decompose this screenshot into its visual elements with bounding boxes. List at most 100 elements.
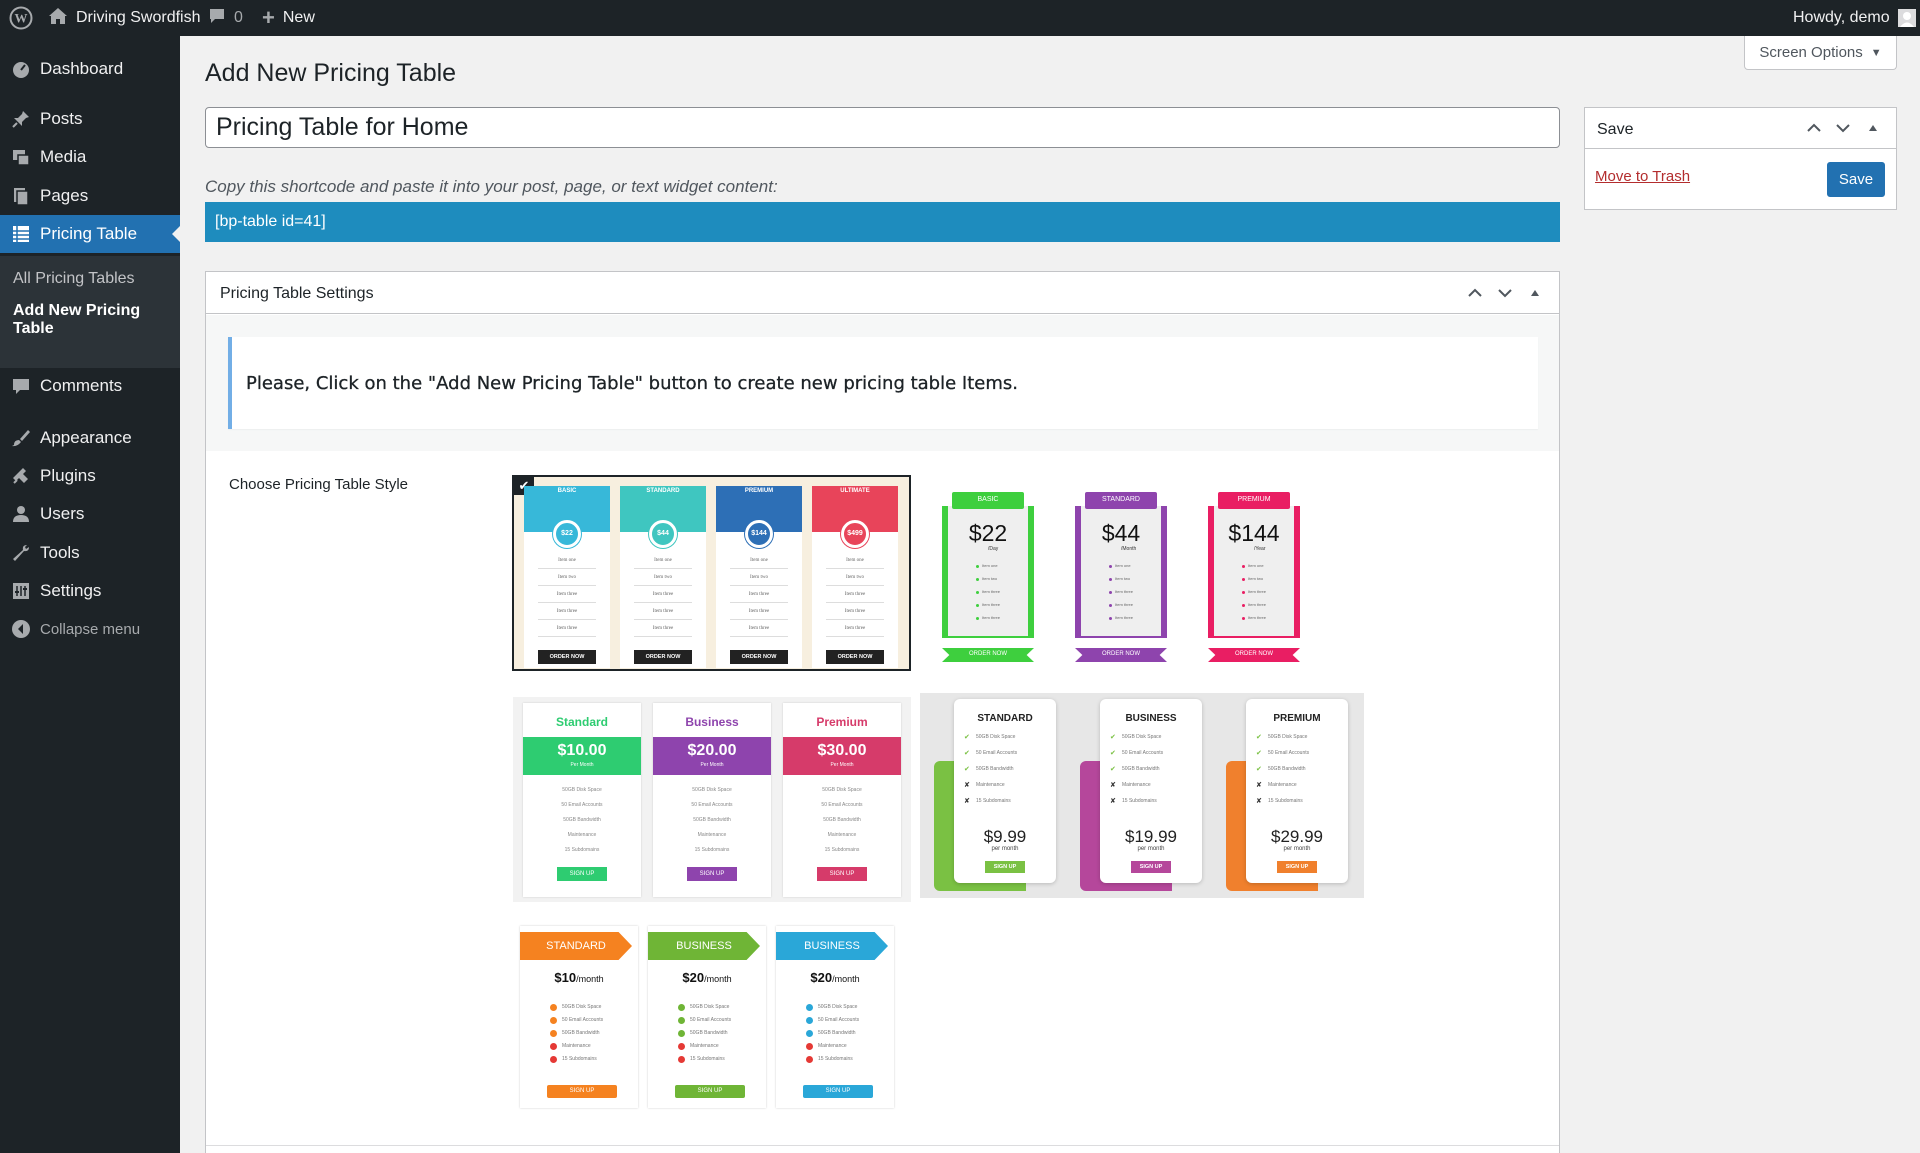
plan-feature: Item two (750, 575, 768, 580)
shortcode-text[interactable]: [bp-table id=41] (215, 213, 326, 231)
home-icon (48, 7, 68, 30)
check-bullet-icon (550, 1004, 557, 1011)
plan-feature: Item one (1115, 563, 1131, 568)
plan-feature: Item three (652, 626, 674, 631)
toggle-panel-button[interactable] (1523, 274, 1547, 312)
style-option-5[interactable]: STANDARD $10/month 50GB Disk Space 50 Email… (513, 922, 911, 1110)
plan-feature: 15 Subdomains (690, 1056, 725, 1062)
title-input[interactable] (205, 107, 1560, 148)
collapse-icon (10, 618, 32, 640)
plan-price-circle: $22 (553, 520, 581, 548)
plan-feature: 50GB Disk Space (690, 1004, 730, 1010)
menu-appearance[interactable]: Appearance (0, 419, 180, 457)
save-button[interactable]: Save (1827, 162, 1885, 197)
menu-dashboard[interactable]: Dashboard (0, 50, 180, 88)
plan-feature: 15 Subdomains (976, 798, 1011, 804)
my-account-link[interactable]: Howdy, demo (1793, 0, 1916, 36)
menu-media[interactable]: Media (0, 138, 180, 176)
style4-plan-card: BUSINESS ✔ 50GB Disk Space ✔ 50 Email Accoun… (1080, 699, 1206, 895)
plan-feature: 50GB Disk Space (692, 787, 732, 793)
toggle-panel-button[interactable] (1861, 109, 1885, 147)
style5-plan-card: BUSINESS $20/month 50GB Disk Space 50 Email… (648, 926, 766, 1108)
comment-icon (10, 375, 32, 397)
cross-bullet-icon (678, 1043, 685, 1050)
cross-icon: ✘ (1256, 782, 1262, 789)
plan-price: $19.99 (1125, 827, 1177, 846)
menu-users[interactable]: Users (0, 495, 180, 533)
plan-feature: 50GB Bandwidth (976, 766, 1014, 772)
plan-feature: 15 Subdomains (824, 847, 860, 853)
plan-feature: 15 Subdomains (1122, 798, 1157, 804)
menu-pricing-table[interactable]: Pricing Table (0, 215, 180, 253)
settings-box-title: Pricing Table Settings (220, 285, 374, 302)
menu-posts[interactable]: Posts (0, 100, 180, 138)
plan-feature: 50 Email Accounts (821, 802, 863, 808)
menu-tools[interactable]: Tools (0, 534, 180, 572)
menu-comments[interactable]: Comments (0, 367, 180, 405)
feature-divider (730, 568, 788, 569)
feature-divider (826, 585, 884, 586)
feature-bullet (1109, 565, 1112, 568)
plan-feature: Item one (982, 563, 998, 568)
cross-icon: ✘ (964, 798, 970, 805)
plan-price: $29.99 (1271, 827, 1323, 846)
plan-name: Standard (555, 715, 608, 729)
comments-link[interactable]: 0 (208, 0, 243, 36)
style2-plan-card: BASIC $22/Day Item one Item two Item three It… (942, 492, 1034, 666)
feature-divider (826, 619, 884, 620)
plan-feature: Item one (654, 558, 672, 563)
plan-order-button: ORDER NOW (1102, 651, 1140, 657)
feature-divider (538, 568, 596, 569)
plan-feature: 50 Email Accounts (1268, 750, 1310, 756)
style-option-1[interactable]: ✔ BASIC$22Item oneItem twoItem threeItem… (512, 475, 911, 671)
plan-feature: Maintenance (1122, 782, 1151, 788)
plan-feature: 50 Email Accounts (976, 750, 1018, 756)
plan-feature: 15 Subdomains (1268, 798, 1303, 804)
plan-feature: Item three (844, 592, 866, 597)
check-icon: ✔ (1256, 734, 1262, 741)
plan-price-circle: $499 (841, 520, 869, 548)
plan-name: BASIC (557, 488, 577, 494)
plan-feature: Item three (844, 609, 866, 614)
plan-name: PREMIUM (1237, 496, 1271, 503)
plan-price: $44 (657, 530, 669, 537)
style-option-4[interactable]: STANDARD ✔ 50GB Disk Space ✔ 50 Email Accoun… (920, 693, 1364, 898)
plan-feature: 50GB Disk Space (562, 1004, 602, 1010)
check-bullet-icon (806, 1004, 813, 1011)
plan-signup-button: SIGN UP (687, 867, 737, 881)
plan-price: $44 (1101, 520, 1141, 546)
new-content-link[interactable]: + New (262, 0, 315, 36)
style-option-2[interactable]: BASIC $22/Day Item one Item two Item three It… (922, 492, 1332, 666)
feature-bullet (1109, 604, 1112, 607)
site-name-link[interactable]: Driving Swordfish (48, 0, 200, 36)
plan-feature: Item three (982, 602, 1001, 607)
plan-feature: 50GB Bandwidth (1122, 766, 1160, 772)
menu-collapse[interactable]: Collapse menu (0, 610, 180, 648)
menu-settings[interactable]: Settings (0, 572, 180, 610)
screen-options-button[interactable]: Screen Options ▼ (1744, 36, 1897, 70)
submenu-add-new-pricing-table[interactable]: Add New Pricing Table (13, 302, 180, 338)
menu-pages[interactable]: Pages (0, 177, 180, 215)
move-up-button[interactable] (1802, 109, 1826, 147)
plan-feature: 50GB Disk Space (562, 787, 602, 793)
wordpress-logo-icon[interactable]: W (8, 0, 34, 36)
feature-divider (634, 568, 692, 569)
plan-feature: 15 Subdomains (818, 1056, 853, 1062)
shortcode-bar[interactable]: [bp-table id=41] (205, 202, 1560, 242)
plan-price: $22 (968, 520, 1008, 546)
plan-name: Premium (816, 715, 868, 729)
plan-feature: 50 Email Accounts (1122, 750, 1164, 756)
plan-feature: Maintenance (818, 1043, 847, 1049)
move-to-trash-link[interactable]: Move to Trash (1595, 168, 1690, 185)
save-box-header: Save (1585, 108, 1896, 149)
move-down-button[interactable] (1831, 109, 1855, 147)
plan-signup-button: SIGN UP (1131, 861, 1171, 873)
menu-plugins[interactable]: Plugins (0, 457, 180, 495)
plan-signup-button: SIGN UP (817, 867, 867, 881)
style-option-3[interactable]: Standard $10.00 Per Month 50GB Disk Space 50… (513, 697, 911, 902)
move-up-button[interactable] (1463, 274, 1487, 312)
submenu-all-pricing-tables[interactable]: All Pricing Tables (13, 270, 135, 288)
plan-signup-button: SIGN UP (803, 1085, 873, 1098)
move-down-button[interactable] (1493, 274, 1517, 312)
site-name: Driving Swordfish (76, 9, 201, 26)
